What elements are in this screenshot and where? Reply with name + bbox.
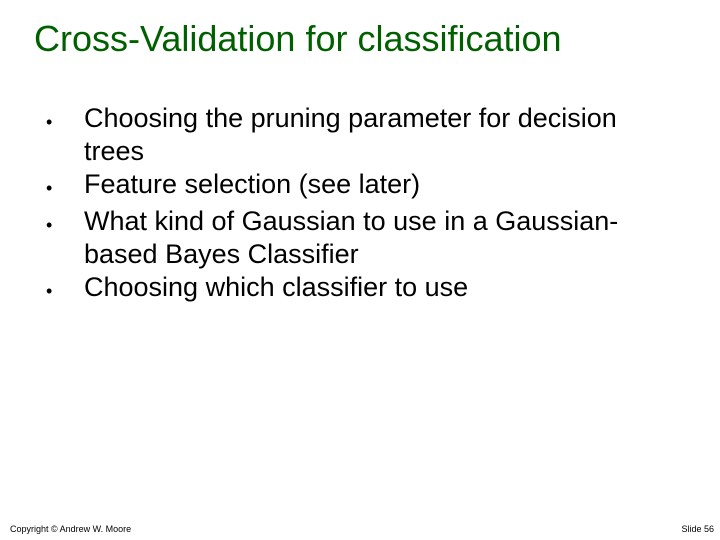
footer-slide-number: Slide 56 xyxy=(681,524,714,534)
bullet-icon: • xyxy=(44,205,84,242)
slide-title: Cross-Validation for classification xyxy=(0,0,720,60)
bullet-text: Choosing which classifier to use xyxy=(84,271,680,304)
bullet-text: What kind of Gaussian to use in a Gaussi… xyxy=(84,205,680,271)
list-item: • What kind of Gaussian to use in a Gaus… xyxy=(44,205,680,271)
bullet-text: Feature selection (see later) xyxy=(84,168,680,201)
bullet-icon: • xyxy=(44,168,84,205)
list-item: • Choosing which classifier to use xyxy=(44,271,680,308)
bullet-text: Choosing the pruning parameter for decis… xyxy=(84,102,680,168)
bullet-icon: • xyxy=(44,271,84,308)
list-item: • Feature selection (see later) xyxy=(44,168,680,205)
list-item: • Choosing the pruning parameter for dec… xyxy=(44,102,680,168)
bullet-icon: • xyxy=(44,102,84,139)
footer-copyright: Copyright © Andrew W. Moore xyxy=(10,524,131,534)
slide: Cross-Validation for classification • Ch… xyxy=(0,0,720,540)
slide-body: • Choosing the pruning parameter for dec… xyxy=(0,60,720,308)
